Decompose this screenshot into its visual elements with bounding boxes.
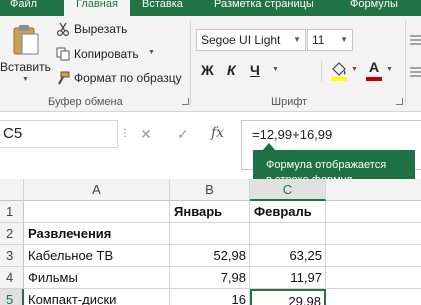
cell-d4[interactable] (326, 267, 421, 289)
paint-bucket-icon (331, 62, 347, 81)
copy-dropdown-icon[interactable]: ▼ (148, 49, 155, 56)
tab-file[interactable]: Файл (10, 0, 50, 16)
insert-function-icon[interactable]: fx (211, 125, 224, 141)
cell-c1[interactable]: Февраль (250, 201, 326, 223)
group-divider (405, 20, 406, 106)
clipboard-dialog-launcher-icon[interactable] (182, 98, 189, 105)
underline-label: Ч (250, 62, 260, 78)
font-color-button[interactable]: A (366, 59, 382, 81)
formula-text: =12,99+16,99 (252, 127, 333, 142)
cell-d3[interactable] (326, 245, 421, 267)
cell-b4[interactable]: 7,98 (170, 267, 250, 289)
enter-icon[interactable]: ✓ (177, 126, 189, 143)
cell-b2[interactable] (170, 223, 250, 245)
callout-line-1: Формула отображается (266, 159, 387, 171)
tab-insert[interactable]: Вставка (142, 0, 194, 16)
cancel-icon[interactable]: ✕ (140, 126, 152, 143)
ribbon-home: Вставить ▼ Вырезать Копировать ▼ Формат … (0, 16, 421, 112)
column-header-c[interactable]: C (250, 179, 326, 201)
row-header-2[interactable]: 2 (0, 223, 24, 245)
font-color-dropdown-icon[interactable]: ▼ (386, 66, 393, 73)
format-painter-icon (58, 71, 70, 85)
paste-icon (13, 25, 39, 55)
font-family-select[interactable]: Segoe UI Light ▼ (196, 29, 306, 51)
paste-dropdown-icon[interactable]: ▼ (22, 76, 29, 83)
cell-c4[interactable]: 11,97 (250, 267, 326, 289)
name-box[interactable]: C5 (0, 120, 118, 148)
cell-a1[interactable] (24, 201, 170, 223)
font-size-select[interactable]: 11 ▼ (307, 29, 353, 51)
copy-label: Копировать (74, 47, 139, 61)
cut-button[interactable]: Вырезать (54, 21, 154, 37)
cell-b1[interactable]: Январь (170, 201, 250, 223)
paste-label: Вставить (0, 60, 51, 74)
font-group-label: Шрифт (271, 96, 308, 108)
scissors-icon (57, 22, 69, 36)
more-dots-icon[interactable]: ⋮ (118, 121, 132, 147)
column-header-a[interactable]: A (24, 179, 170, 201)
tab-page-layout[interactable]: Разметка страницы (214, 0, 334, 16)
cell-b3[interactable]: 52,98 (170, 245, 250, 267)
ribbon-tab-bar: Файл Главная Вставка Разметка страницы Ф… (0, 0, 421, 16)
fill-color-button[interactable] (330, 60, 348, 82)
chevron-down-icon: ▼ (340, 35, 348, 44)
fill-color-dropdown-icon[interactable]: ▼ (351, 66, 358, 73)
select-all-corner[interactable] (0, 179, 24, 201)
font-size-value: 11 (312, 33, 325, 47)
cell-c3[interactable]: 63,25 (250, 245, 326, 267)
tab-home[interactable]: Главная (64, 0, 130, 16)
copy-icon (56, 47, 70, 61)
copy-button[interactable]: Копировать ▼ (54, 46, 164, 62)
cell-d5[interactable] (326, 289, 421, 305)
cell-c2[interactable] (250, 223, 326, 245)
cell-b5[interactable]: 16 (170, 289, 250, 305)
font-family-value: Segoe UI Light (201, 33, 281, 47)
name-box-value: C5 (3, 125, 23, 142)
row-header-5[interactable]: 5 (0, 289, 24, 305)
column-header-d[interactable] (326, 179, 421, 201)
row-header-3[interactable]: 3 (0, 245, 24, 267)
cell-a3[interactable]: Кабельное ТВ (24, 245, 170, 267)
align-top-icon[interactable] (410, 34, 421, 48)
row-header-4[interactable]: 4 (0, 267, 24, 289)
cell-a2[interactable]: Развлечения (24, 223, 170, 245)
worksheet-grid: A B C 1 Январь Февраль 2 Развлечения 3 К… (0, 179, 421, 305)
bold-label: Ж (201, 62, 214, 78)
font-divider (321, 60, 322, 82)
row-header-1[interactable]: 1 (0, 201, 24, 223)
cell-c5-selected[interactable]: 29,98 (250, 289, 326, 305)
font-color-swatch (366, 77, 382, 81)
column-header-b[interactable]: B (170, 179, 250, 201)
underline-button[interactable]: Ч (250, 62, 266, 80)
format-painter-button[interactable]: Формат по образцу (54, 70, 184, 86)
tab-formulas[interactable]: Формулы (350, 0, 410, 16)
font-color-letter: A (369, 59, 380, 75)
paste-button[interactable]: Вставить ▼ (0, 18, 51, 83)
cell-a5[interactable]: Компакт-диски (24, 289, 170, 305)
cell-d1[interactable] (326, 201, 421, 223)
bold-button[interactable]: Ж (201, 62, 217, 80)
cut-label: Вырезать (74, 22, 128, 36)
font-dialog-launcher-icon[interactable] (396, 98, 403, 105)
cell-a4[interactable]: Фильмы (24, 267, 170, 289)
underline-dropdown-icon[interactable]: ▼ (272, 66, 279, 73)
clipboard-group-label: Буфер обмена (48, 96, 123, 108)
cell-d2[interactable] (326, 223, 421, 245)
chevron-down-icon: ▼ (293, 35, 301, 44)
align-left-icon[interactable] (410, 66, 421, 80)
italic-label: К (227, 62, 236, 78)
format-painter-label: Формат по образцу (74, 71, 182, 85)
group-divider (190, 20, 191, 106)
italic-button[interactable]: К (227, 62, 243, 80)
